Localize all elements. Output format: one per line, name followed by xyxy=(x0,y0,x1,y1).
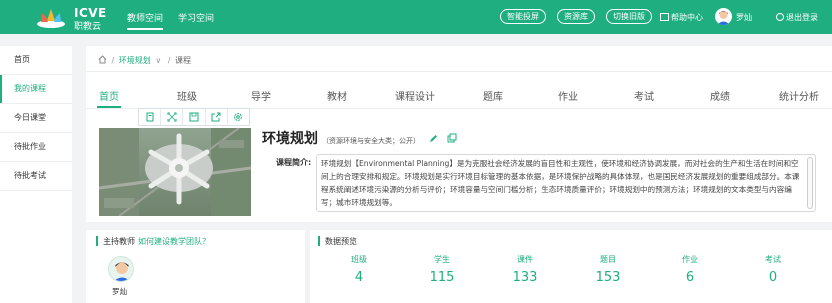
teacher-avatar[interactable] xyxy=(108,256,134,282)
stat-label: 考试 xyxy=(765,255,781,264)
resource-library-button[interactable]: 资源库 xyxy=(557,9,595,24)
settings-icon[interactable] xyxy=(228,109,249,125)
help-center-link[interactable]: 帮助中心 xyxy=(660,12,703,23)
switch-old-version-button[interactable]: 切换旧版 xyxy=(606,9,652,24)
stat-label: 学生 xyxy=(434,255,450,264)
cover-image xyxy=(99,128,251,216)
edit-icon[interactable] xyxy=(429,134,438,143)
sidebar-item-pending-exams[interactable]: 待批考试 xyxy=(0,162,72,191)
section-marker xyxy=(318,236,320,246)
sidebar-item-pending-homework[interactable]: 待批作业 xyxy=(0,133,72,162)
course-title: 环境规划 （资源环境与安全大类；公开） xyxy=(262,128,457,148)
tab-exams[interactable]: 考试 xyxy=(634,88,654,103)
sidebar-item-my-courses[interactable]: 我的课程 xyxy=(0,75,72,104)
copy-icon[interactable] xyxy=(447,133,457,143)
intro-scrollbar[interactable] xyxy=(807,157,813,209)
stat-classes[interactable]: 班级 4 xyxy=(329,254,389,285)
course-intro-textarea[interactable]: 环境规划【Environmental Planning】是为克服社会经济发展的盲… xyxy=(316,154,816,212)
breadcrumb-separator: / xyxy=(111,56,115,65)
course-title-text: 环境规划 xyxy=(262,131,318,147)
cover-toolbar xyxy=(138,108,250,126)
stat-students[interactable]: 学生 115 xyxy=(412,254,472,285)
logout-label: 退出登录 xyxy=(786,13,818,22)
user-avatar[interactable] xyxy=(715,8,732,25)
chevron-down-icon[interactable]: ∨ xyxy=(155,56,161,65)
help-icon xyxy=(660,13,669,21)
stat-exams[interactable]: 考试 0 xyxy=(743,254,803,285)
sidebar-item-today-class[interactable]: 今日课堂 xyxy=(0,104,72,133)
stat-value: 115 xyxy=(429,270,455,285)
course-intro-text: 环境规划【Environmental Planning】是为克服社会经济发展的盲… xyxy=(321,159,800,207)
stats-heading: 数据预览 xyxy=(325,237,357,246)
top-bar: ICVE 职教云 教师空间 学习空间 智能投屏 资源库 切换旧版 帮助中心 罗灿… xyxy=(0,0,832,34)
nav-teacher-space[interactable]: 教师空间 xyxy=(127,11,164,30)
stat-label: 班级 xyxy=(351,255,367,264)
stat-value: 6 xyxy=(685,270,695,285)
avatar-icon xyxy=(717,11,730,25)
power-icon xyxy=(776,13,784,21)
fullscreen-icon[interactable] xyxy=(161,109,184,125)
logo-text: ICVE xyxy=(74,6,107,20)
username[interactable]: 罗灿 xyxy=(736,12,752,23)
tab-home[interactable]: 首页 xyxy=(97,88,121,108)
teacher-heading: 主持教师 如何建设教学团队？ xyxy=(103,236,210,247)
stat-homework[interactable]: 作业 6 xyxy=(660,254,720,285)
stat-label: 课件 xyxy=(517,255,533,264)
divider xyxy=(86,71,832,72)
intro-label: 课程简介: xyxy=(276,158,312,167)
save-icon[interactable] xyxy=(183,109,206,125)
smart-cast-button[interactable]: 智能投屏 xyxy=(500,9,546,24)
teacher-panel: 主持教师 如何建设教学团队？ 罗灿 xyxy=(86,230,305,303)
logo-subtext: 职教云 xyxy=(74,22,102,32)
breadcrumb-current: 课程 xyxy=(175,56,191,65)
data-preview-panel: 数据预览 班级 4 学生 115 课件 133 题目 153 作业 6 考试 0 xyxy=(310,230,832,303)
tab-statistics[interactable]: 统计分析 xyxy=(779,88,819,103)
tab-textbook[interactable]: 教材 xyxy=(327,88,347,103)
home-icon[interactable] xyxy=(98,55,107,64)
avatar-icon xyxy=(114,262,130,281)
build-team-link[interactable]: 如何建设教学团队？ xyxy=(138,237,210,246)
stat-label: 题目 xyxy=(600,255,616,264)
share-icon[interactable] xyxy=(206,109,228,125)
stat-value: 133 xyxy=(512,270,538,285)
logo[interactable]: ICVE 职教云 xyxy=(36,5,107,32)
stat-questions[interactable]: 题目 153 xyxy=(578,254,638,285)
breadcrumb-course-link[interactable]: 环境规划 xyxy=(119,56,151,65)
tab-grades[interactable]: 成绩 xyxy=(710,88,730,103)
section-marker xyxy=(96,236,98,246)
logout-button[interactable]: 退出登录 xyxy=(776,12,818,23)
teacher-name: 罗灿 xyxy=(112,287,127,296)
stat-value: 0 xyxy=(768,270,778,285)
course-tabs: 首页 班级 导学 教材 课程设计 题库 作业 考试 成绩 统计分析 xyxy=(86,88,832,108)
teacher-heading-text: 主持教师 xyxy=(103,237,135,246)
course-cover-image xyxy=(99,128,251,216)
stat-value: 153 xyxy=(595,270,621,285)
course-meta: （资源环境与安全大类；公开） xyxy=(322,137,420,145)
stat-value: 4 xyxy=(354,270,364,285)
preview-icon[interactable] xyxy=(139,109,162,125)
nav-learning-space[interactable]: 学习空间 xyxy=(178,11,214,24)
tab-homework[interactable]: 作业 xyxy=(558,88,578,103)
stat-label: 作业 xyxy=(682,255,698,264)
sidebar-item-home[interactable]: 首页 xyxy=(0,46,72,75)
sidebar: 首页 我的课程 今日课堂 待批作业 待批考试 xyxy=(0,46,72,303)
tab-question-bank[interactable]: 题库 xyxy=(483,88,503,103)
tab-guide[interactable]: 导学 xyxy=(251,88,271,103)
breadcrumb-separator: / xyxy=(167,56,171,65)
breadcrumb: / 环境规划 ∨ / 课程 xyxy=(98,55,191,66)
stat-courseware[interactable]: 课件 133 xyxy=(495,254,555,285)
course-main-panel: / 环境规划 ∨ / 课程 首页 班级 导学 教材 课程设计 题库 作业 考试 … xyxy=(86,46,832,222)
help-label: 帮助中心 xyxy=(671,13,703,22)
tab-course-design[interactable]: 课程设计 xyxy=(395,88,435,103)
tab-classes[interactable]: 班级 xyxy=(177,88,197,103)
logo-icon xyxy=(37,9,65,28)
